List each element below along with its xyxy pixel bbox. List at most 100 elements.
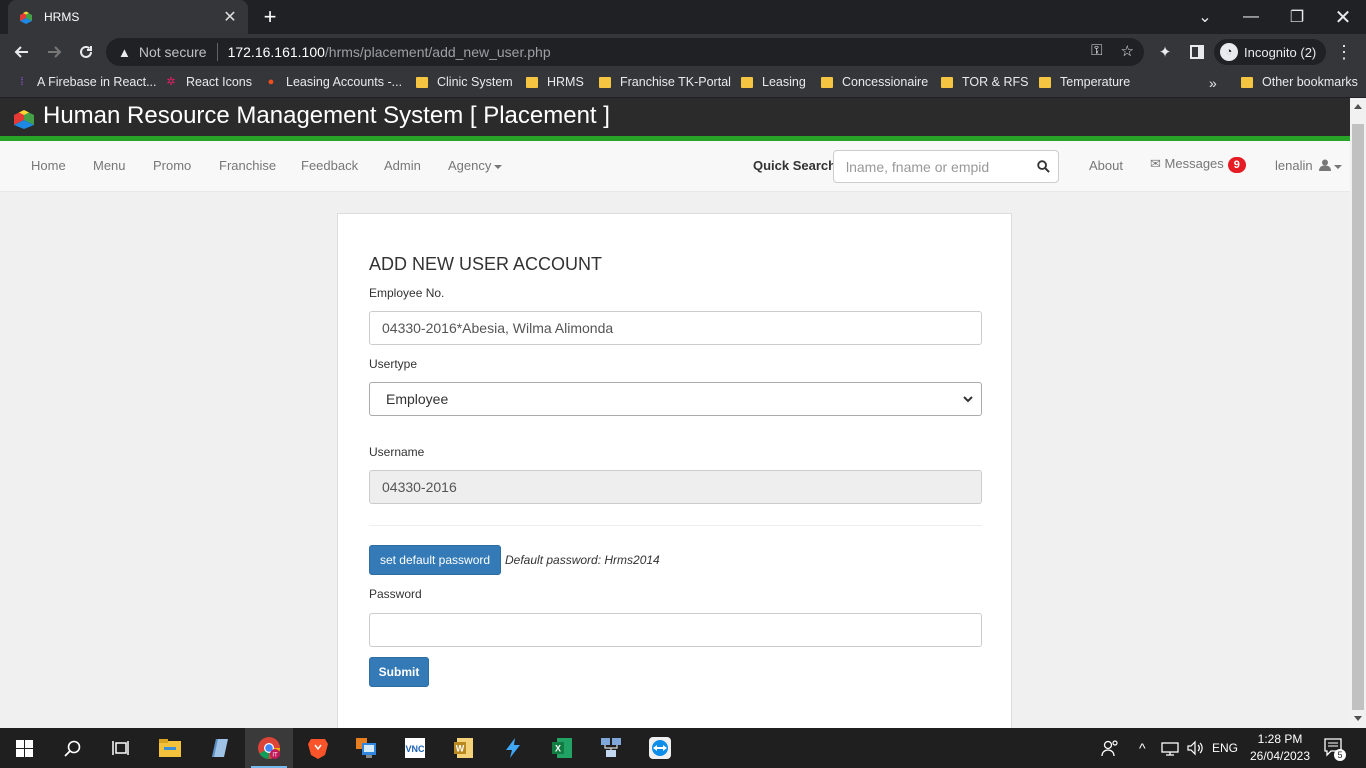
volume-icon[interactable]: [1186, 728, 1204, 768]
quick-search-label: Quick Search: [753, 158, 837, 173]
vnc-app[interactable]: VNC: [391, 728, 439, 768]
folder-icon: [1241, 76, 1253, 88]
app-pinned-4[interactable]: [587, 728, 635, 768]
password-input[interactable]: [369, 613, 982, 647]
figma-icon: ●: [267, 76, 275, 88]
close-window-button[interactable]: ✕: [1320, 0, 1366, 34]
submit-button[interactable]: Submit: [369, 657, 429, 687]
usertype-label: Usertype: [369, 357, 418, 371]
nav-menu[interactable]: Menu: [93, 158, 126, 173]
minimize-button[interactable]: —: [1228, 0, 1274, 34]
usertype-select[interactable]: Employee: [369, 382, 982, 416]
extensions-icon[interactable]: ✦: [1153, 40, 1177, 64]
people-icon[interactable]: [1101, 728, 1119, 768]
page-scrollbar[interactable]: [1350, 98, 1366, 728]
remote-desktop-icon: [356, 738, 376, 758]
folder-icon: [941, 76, 953, 88]
brave-app[interactable]: [294, 728, 342, 768]
bookmark-item[interactable]: ⁞ A Firebase in React...: [16, 75, 156, 89]
nav-admin[interactable]: Admin: [384, 158, 421, 173]
bookmark-item[interactable]: Franchise TK-Portal: [599, 75, 731, 89]
messages-count-badge: 9: [1227, 157, 1246, 173]
folder-icon: [416, 76, 428, 88]
react-icon: ✲: [166, 76, 176, 88]
scroll-thumb[interactable]: [1352, 124, 1364, 710]
nav-messages[interactable]: ✉ Messages 9: [1150, 156, 1246, 173]
envelope-icon: ✉: [1150, 156, 1161, 171]
side-panel-glyph: [1190, 45, 1204, 59]
chrome-app[interactable]: IT: [245, 728, 293, 768]
username-label: Username: [369, 445, 425, 459]
taskbar-clock[interactable]: 1:28 PM 26/04/2023: [1240, 731, 1320, 765]
nav-home[interactable]: Home: [31, 158, 66, 173]
bookmark-item[interactable]: ✲ React Icons: [165, 75, 252, 89]
scroll-down-icon[interactable]: [1354, 716, 1362, 721]
side-panel-icon[interactable]: [1185, 40, 1209, 64]
bookmark-item[interactable]: Clinic System: [416, 75, 513, 89]
bookmark-item[interactable]: Concessionaire: [821, 75, 928, 89]
not-secure-label[interactable]: Not secure: [139, 44, 207, 60]
chrome-icon: IT: [258, 737, 280, 759]
speaker-glyph: [1187, 740, 1203, 756]
app-pinned-3[interactable]: [489, 728, 537, 768]
other-bookmarks[interactable]: Other bookmarks: [1241, 75, 1358, 89]
hrms-favicon-icon: [20, 11, 32, 24]
bookmark-star-icon[interactable]: ☆: [1121, 42, 1134, 60]
address-bar[interactable]: ▲ Not secure 172.16.161.100/hrms/placeme…: [106, 38, 1144, 66]
clock-date: 26/04/2023: [1249, 749, 1311, 763]
show-hidden-icons-icon[interactable]: ^: [1139, 728, 1146, 768]
app-pinned-2[interactable]: [342, 728, 390, 768]
app-pinned-5[interactable]: [636, 728, 684, 768]
bookmark-item[interactable]: Leasing: [741, 75, 806, 89]
bookmark-item[interactable]: ● Leasing Accounts -...: [265, 75, 402, 89]
nav-promo[interactable]: Promo: [153, 158, 191, 173]
incognito-label: Incognito (2): [1244, 44, 1317, 60]
employee-no-input[interactable]: 04330-2016*Abesia, Wilma Alimonda: [369, 311, 982, 345]
nav-franchise[interactable]: Franchise: [219, 158, 276, 173]
quick-search-input[interactable]: lname, fname or empid: [833, 150, 1059, 183]
network-icon[interactable]: [1161, 728, 1179, 768]
key-icon[interactable]: ⚿: [1091, 42, 1102, 60]
bookmark-item[interactable]: HRMS: [526, 75, 584, 89]
nav-agency[interactable]: Agency: [448, 158, 503, 173]
app-pinned-1[interactable]: [195, 728, 243, 768]
tab-search-icon[interactable]: ⌄: [1182, 0, 1228, 34]
start-button[interactable]: [0, 728, 48, 768]
browser-tab[interactable]: HRMS ✕: [8, 0, 248, 34]
excel-app[interactable]: X: [538, 728, 586, 768]
restore-button[interactable]: ❐: [1274, 0, 1320, 34]
bookmarks-overflow-button[interactable]: »: [1209, 75, 1217, 91]
notification-count-badge: 5: [1334, 749, 1346, 761]
bookmark-item[interactable]: TOR & RFS: [941, 75, 1028, 89]
new-tab-button[interactable]: +: [258, 4, 282, 30]
scroll-up-icon[interactable]: [1354, 104, 1362, 109]
incognito-icon: ◔: [1220, 43, 1238, 61]
search-taskbar-button[interactable]: [48, 728, 96, 768]
back-button[interactable]: [10, 40, 34, 64]
language-indicator[interactable]: ENG: [1212, 728, 1238, 768]
quick-search-button[interactable]: [1027, 150, 1059, 183]
nav-about[interactable]: About: [1089, 158, 1123, 173]
password-label: Password: [369, 587, 422, 601]
set-default-password-button[interactable]: set default password: [369, 545, 501, 575]
bookmark-label: TOR & RFS: [962, 75, 1029, 89]
bookmark-item[interactable]: Temperature: [1039, 75, 1130, 89]
browser-menu-icon[interactable]: ⋮: [1332, 40, 1356, 64]
forward-button[interactable]: [42, 40, 66, 64]
search-icon: [63, 740, 80, 757]
reload-button[interactable]: [74, 40, 98, 64]
nav-feedback[interactable]: Feedback: [301, 158, 358, 173]
windows-logo-icon: [15, 739, 33, 757]
messages-label: Messages: [1164, 156, 1224, 171]
bookmark-label: React Icons: [186, 75, 253, 89]
word-app[interactable]: W: [440, 728, 488, 768]
task-view-button[interactable]: [96, 728, 144, 768]
notification-center[interactable]: 5: [1324, 728, 1346, 768]
folder-icon: [1039, 76, 1051, 88]
warning-icon[interactable]: ▲: [118, 45, 131, 60]
file-explorer-app[interactable]: [146, 728, 194, 768]
username-value: 04330-2016: [382, 479, 457, 495]
tab-close-icon[interactable]: ✕: [222, 7, 238, 27]
incognito-indicator[interactable]: ◔ Incognito (2): [1214, 39, 1327, 65]
user-menu[interactable]: lenalin: [1275, 158, 1343, 173]
